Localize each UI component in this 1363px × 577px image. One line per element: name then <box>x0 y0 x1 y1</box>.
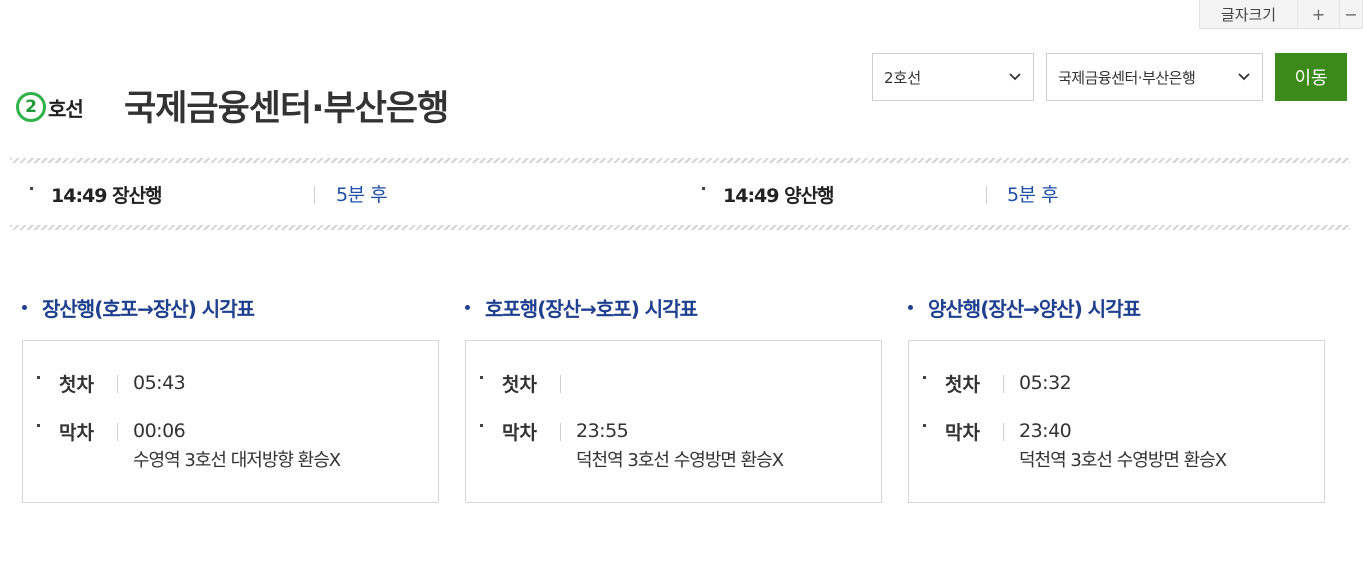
arrival-destination: 14:49 장산행 <box>51 184 163 207</box>
separator <box>560 423 561 441</box>
timetable-heading: 양산행(장산→양산) 시각표 <box>908 293 1141 322</box>
font-size-decrease-button[interactable]: − <box>1340 0 1362 28</box>
bullet-icon <box>702 186 705 190</box>
divider <box>10 225 1350 230</box>
font-size-increase-button[interactable]: + <box>1298 0 1340 28</box>
separator <box>117 375 118 393</box>
first-train-row: 첫차 05:43 <box>37 370 186 397</box>
separator <box>1003 423 1004 441</box>
timetable-heading: 호포행(장산→호포) 시각표 <box>465 293 698 322</box>
line-select[interactable]: 2호선 <box>872 53 1034 101</box>
first-train-time: 05:43 <box>133 372 186 394</box>
station-select[interactable]: 국제금융센터·부산은행 <box>1046 53 1263 101</box>
bullet-icon <box>480 376 483 379</box>
bullet-icon <box>37 376 40 379</box>
separator <box>1003 375 1004 393</box>
arrival-eta: 5분 후 <box>1007 184 1059 206</box>
chevron-down-icon <box>1238 73 1250 81</box>
last-train-row: 막차 23:55 덕천역 3호선 수영방면 환승X <box>480 418 784 478</box>
station-select-value: 국제금융센터·부산은행 <box>1058 68 1196 87</box>
separator <box>117 423 118 441</box>
last-train-row: 막차 23:40 덕천역 3호선 수영방면 환승X <box>923 418 1227 478</box>
bullet-icon <box>923 424 926 427</box>
arrival-destination: 14:49 양산행 <box>723 184 835 207</box>
chevron-down-icon <box>1009 73 1021 81</box>
arrival-item: 14:49 양산행 5분 후 <box>702 178 1059 210</box>
timetable-panel: 첫차 막차 23:55 덕천역 3호선 수영방면 환승X <box>465 340 882 503</box>
timetable-panel: 첫차 05:32 막차 23:40 덕천역 3호선 수영방면 환승X <box>908 340 1325 503</box>
last-train-time: 23:40 <box>1019 420 1072 442</box>
last-train-note: 덕천역 3호선 수영방면 환승X <box>576 450 784 471</box>
line-number-icon: 2 <box>16 92 46 122</box>
last-train-label: 막차 <box>945 422 980 444</box>
bullet-icon <box>22 305 27 310</box>
last-train-label: 막차 <box>502 422 537 444</box>
first-train-label: 첫차 <box>945 374 980 396</box>
first-train-label: 첫차 <box>59 374 94 396</box>
separator <box>986 186 987 204</box>
go-button[interactable]: 이동 <box>1275 53 1347 101</box>
bullet-icon <box>480 424 483 427</box>
separator <box>314 186 315 204</box>
timetable-heading: 장산행(호포→장산) 시각표 <box>22 293 255 322</box>
first-train-row: 첫차 <box>480 370 576 397</box>
divider <box>10 158 1350 163</box>
timetable-panel: 첫차 05:43 막차 00:06 수영역 3호선 대저방향 환승X <box>22 340 439 503</box>
timetable-title: 양산행(장산→양산) 시각표 <box>928 297 1141 321</box>
first-train-time: 05:32 <box>1019 372 1072 394</box>
bullet-icon <box>923 376 926 379</box>
separator <box>560 375 561 393</box>
first-train-row: 첫차 05:32 <box>923 370 1072 397</box>
last-train-note: 수영역 3호선 대저방향 환승X <box>133 450 341 471</box>
bullet-icon <box>30 186 33 190</box>
font-size-control: 글자크기 + − <box>1199 0 1363 29</box>
last-train-row: 막차 00:06 수영역 3호선 대저방향 환승X <box>37 418 341 478</box>
bullet-icon <box>37 424 40 427</box>
arrival-item: 14:49 장산행 5분 후 <box>30 178 388 210</box>
line-name: 호선 <box>48 96 84 121</box>
line-select-value: 2호선 <box>884 68 922 87</box>
arrival-eta: 5분 후 <box>336 184 388 206</box>
last-train-note: 덕천역 3호선 수영방면 환승X <box>1019 450 1227 471</box>
font-size-label: 글자크기 <box>1200 0 1298 28</box>
last-train-time: 00:06 <box>133 420 186 442</box>
line-badge: 2 호선 <box>16 92 84 122</box>
timetable-title: 호포행(장산→호포) 시각표 <box>485 297 698 321</box>
last-train-label: 막차 <box>59 422 94 444</box>
timetable-title: 장산행(호포→장산) 시각표 <box>42 297 255 321</box>
last-train-time: 23:55 <box>576 420 629 442</box>
first-train-label: 첫차 <box>502 374 537 396</box>
page-title: 국제금융센터·부산은행 <box>124 89 449 129</box>
bullet-icon <box>465 305 470 310</box>
bullet-icon <box>908 305 913 310</box>
